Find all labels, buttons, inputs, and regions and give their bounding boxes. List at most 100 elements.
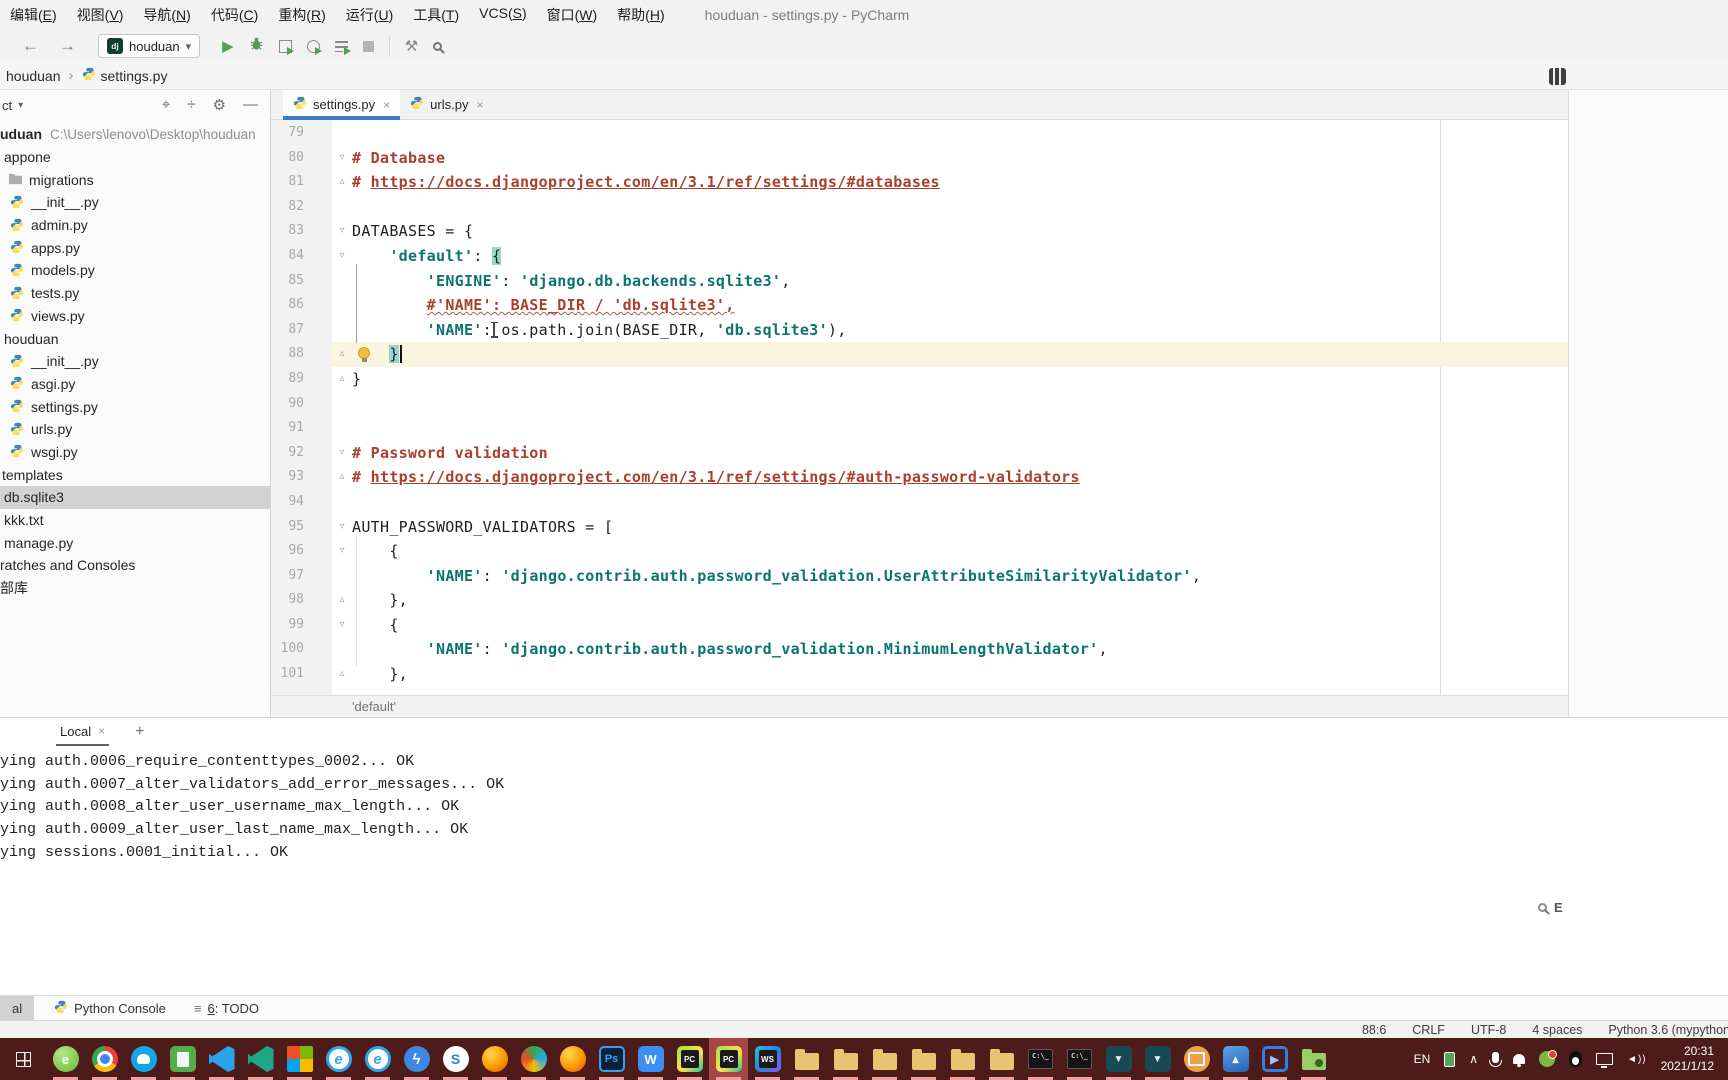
taskbar-photos[interactable]: ▴: [1216, 1038, 1255, 1080]
code-text[interactable]: # Database: [352, 146, 1568, 171]
taskbar-folder-3[interactable]: [865, 1038, 904, 1080]
code-text[interactable]: [352, 121, 1568, 146]
close-icon[interactable]: ×: [476, 98, 483, 112]
taskbar-hbuilder-1[interactable]: ▼: [1099, 1038, 1138, 1080]
taskbar-pycharm[interactable]: [670, 1038, 709, 1080]
status-item-4[interactable]: Python 3.6 (mypython: [1608, 1023, 1728, 1037]
language-indicator[interactable]: EN: [1414, 1052, 1431, 1066]
tree-item[interactable]: __init__.py: [0, 191, 270, 214]
taskbar-browser-orange[interactable]: [553, 1038, 592, 1080]
code-text[interactable]: {: [352, 613, 1568, 638]
taskbar-firefox[interactable]: [475, 1038, 514, 1080]
wrench-icon[interactable]: ⚒: [405, 37, 418, 55]
tab-settings.py[interactable]: settings.py ×: [283, 90, 401, 120]
code-line[interactable]: 80 ▿ # Database: [271, 146, 1568, 171]
fold-marker-icon[interactable]: ▿: [332, 244, 352, 269]
menubar-item[interactable]: 帮助(H): [607, 5, 674, 25]
code-line[interactable]: 101 ▵ },: [271, 662, 1568, 687]
search-icon[interactable]: [1538, 903, 1547, 912]
close-icon[interactable]: ×: [98, 724, 105, 738]
taskbar-ms-app[interactable]: [280, 1038, 319, 1080]
line-number[interactable]: 87: [271, 318, 332, 343]
usb-icon[interactable]: [1444, 1051, 1456, 1067]
fold-marker-icon[interactable]: ▿: [332, 539, 352, 564]
fold-marker-icon[interactable]: ▿: [332, 219, 352, 244]
taskbar-app-orange[interactable]: [1177, 1038, 1216, 1080]
code-line[interactable]: 96 ▿ {: [271, 539, 1568, 564]
breadcrumb-file[interactable]: settings.py: [101, 68, 168, 84]
line-number[interactable]: 81: [271, 170, 332, 195]
tree-item[interactable]: houduan: [0, 327, 270, 350]
menubar-item[interactable]: VCS(S): [469, 5, 536, 25]
code-text[interactable]: {: [352, 539, 1568, 564]
code-text[interactable]: 'NAME': 'django.contrib.auth.password_va…: [352, 564, 1568, 589]
code-line[interactable]: 91: [271, 416, 1568, 441]
bell-icon[interactable]: [1513, 1054, 1526, 1067]
tree-item[interactable]: templates: [0, 463, 270, 486]
code-text[interactable]: [352, 416, 1568, 441]
profiler-button[interactable]: [306, 39, 322, 55]
line-number[interactable]: 88: [271, 342, 332, 367]
taskbar-cmd-2[interactable]: C:\_: [1060, 1038, 1099, 1080]
status-item-0[interactable]: 88:6: [1362, 1023, 1386, 1037]
code-line[interactable]: 92 ▿ # Password validation: [271, 441, 1568, 466]
code-line[interactable]: 84 ▿ 'default': {: [271, 244, 1568, 269]
status-item-3[interactable]: 4 spaces: [1532, 1023, 1582, 1037]
tree-item[interactable]: tests.py: [0, 282, 270, 305]
code-editor[interactable]: 79 80 ▿ # Database 81 ▵ # https://docs.djangop…: [271, 120, 1568, 695]
taskbar-folder-5[interactable]: [943, 1038, 982, 1080]
code-line[interactable]: 85 'ENGINE': 'django.db.backends.sqlite3…: [271, 269, 1568, 294]
context-breadcrumb[interactable]: 'default': [352, 699, 396, 714]
code-line[interactable]: 94: [271, 490, 1568, 515]
collapse-all-icon[interactable]: ÷: [187, 96, 195, 114]
code-text[interactable]: # Password validation: [352, 441, 1568, 466]
breadcrumb-project[interactable]: houduan: [6, 68, 61, 84]
hide-panel-icon[interactable]: —: [243, 96, 258, 114]
tree-item[interactable]: settings.py: [0, 395, 270, 418]
tree-item[interactable]: asgi.py: [0, 373, 270, 396]
taskbar-ie-2[interactable]: e: [358, 1038, 397, 1080]
code-line[interactable]: 89 ▵}: [271, 367, 1568, 392]
back-icon[interactable]: ←: [22, 36, 39, 56]
fold-marker-icon[interactable]: ▵: [332, 342, 352, 367]
tree-item[interactable]: appone: [0, 146, 270, 169]
debug-button[interactable]: [249, 36, 264, 56]
line-number[interactable]: 79: [271, 121, 332, 146]
taskbar-video-player[interactable]: ▶: [1255, 1038, 1294, 1080]
gear-icon[interactable]: ⚙: [213, 96, 226, 114]
tree-item[interactable]: models.py: [0, 259, 270, 282]
code-text[interactable]: #'NAME': BASE_DIR / 'db.sqlite3',: [352, 293, 1568, 318]
taskbar-photoshop[interactable]: Ps: [592, 1038, 631, 1080]
code-line[interactable]: 88 ▵ }: [271, 342, 1568, 367]
code-line[interactable]: 79: [271, 121, 1568, 146]
tree-item[interactable]: wsgi.py: [0, 441, 270, 464]
code-line[interactable]: 100 'NAME': 'django.contrib.auth.passwor…: [271, 637, 1568, 662]
fold-marker-icon[interactable]: ▿: [332, 515, 352, 540]
fold-marker-icon[interactable]: ▵: [332, 662, 352, 687]
taskbar-clock[interactable]: 20:31 2021/1/12: [1661, 1044, 1714, 1074]
taskbar-folder-6[interactable]: [982, 1038, 1021, 1080]
mic-icon[interactable]: [1489, 1051, 1503, 1067]
code-line[interactable]: 95 ▿ AUTH_PASSWORD_VALIDATORS = [: [271, 515, 1568, 540]
monitor-icon[interactable]: [1596, 1053, 1614, 1068]
menubar-item[interactable]: 运行(U): [336, 5, 403, 25]
console-tab-local[interactable]: Local ×: [56, 718, 110, 746]
fold-marker-icon[interactable]: ▿: [332, 146, 352, 171]
code-line[interactable]: 90: [271, 392, 1568, 417]
code-text[interactable]: [352, 195, 1568, 220]
menubar-item[interactable]: 窗口(W): [537, 5, 608, 25]
code-line[interactable]: 87 'NAME': os.path.join(BASE_DIR, 'db.sq…: [271, 318, 1568, 343]
code-line[interactable]: 99 ▿ {: [271, 613, 1568, 638]
status-item-2[interactable]: UTF-8: [1471, 1023, 1506, 1037]
console-output[interactable]: ying auth.0006_require_contenttypes_0002…: [0, 746, 1728, 865]
project-view-label[interactable]: ct: [2, 98, 12, 113]
taskbar-chrome[interactable]: [85, 1038, 124, 1080]
code-text[interactable]: }: [352, 342, 1568, 367]
line-number[interactable]: 100: [271, 637, 332, 662]
line-number[interactable]: 80: [271, 146, 332, 171]
tool-window-terminal[interactable]: al: [0, 996, 35, 1020]
code-line[interactable]: 98 ▵ },: [271, 588, 1568, 613]
fold-marker-icon[interactable]: ▵: [332, 170, 352, 195]
fold-marker-icon[interactable]: ▵: [332, 465, 352, 490]
run-with-coverage-button[interactable]: [278, 39, 294, 55]
